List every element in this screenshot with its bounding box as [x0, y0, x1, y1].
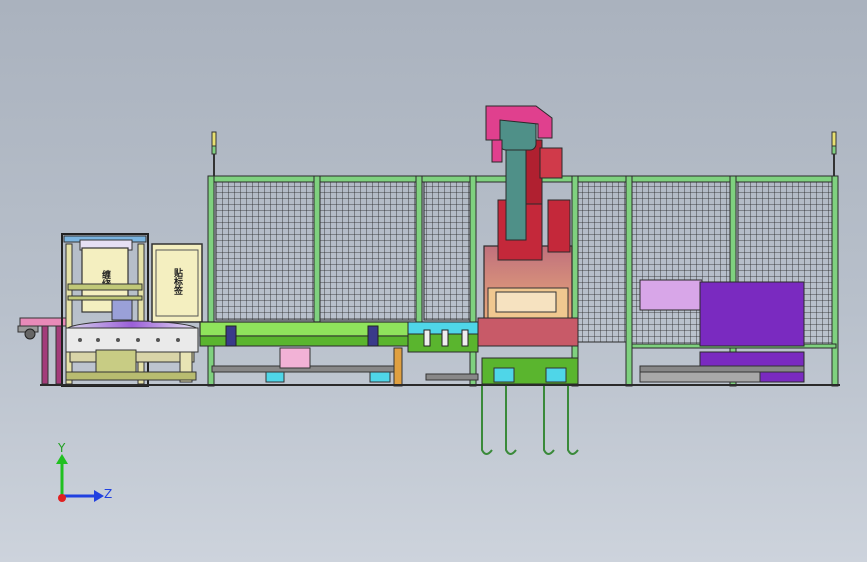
x-axis-origin — [58, 494, 66, 502]
gripper-hooks — [481, 384, 579, 455]
floor-line — [40, 384, 840, 386]
cad-assembly-view: 缠绕 贴标签 Y Z — [17, 105, 840, 502]
main-conveyor — [199, 321, 411, 387]
y-axis-label: Y — [57, 441, 66, 455]
labeler-label: 贴标签 — [172, 267, 184, 296]
coordinate-triad: Y Z — [56, 441, 112, 502]
warning-beacon-right — [831, 131, 837, 176]
infeed-conveyor — [17, 317, 67, 385]
warning-beacon-left — [211, 131, 217, 176]
transfer-conveyor — [407, 321, 479, 381]
palletizing-robot — [477, 105, 579, 385]
labeling-machine: 贴标签 — [151, 243, 203, 323]
z-axis-label: Z — [104, 487, 112, 501]
